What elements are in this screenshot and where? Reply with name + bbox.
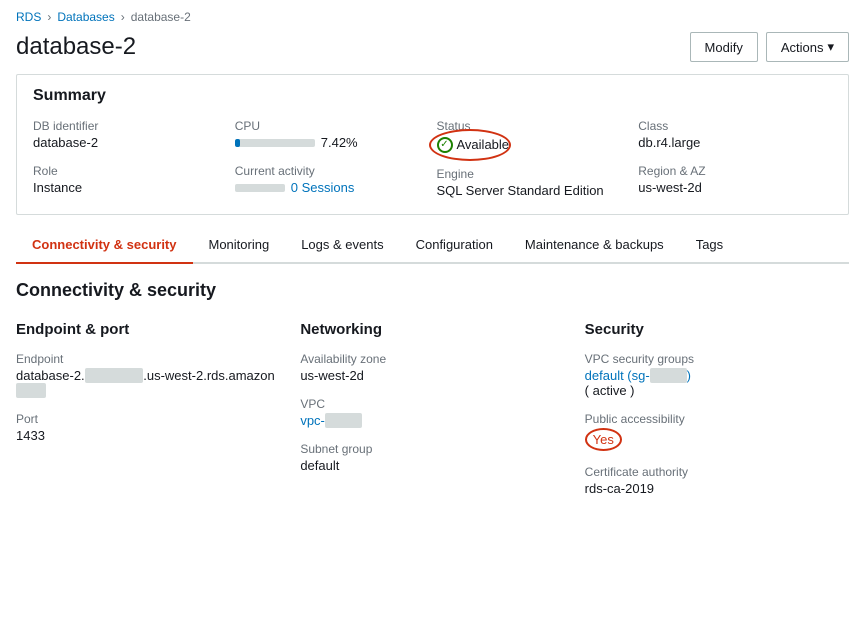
actions-chevron-icon: ▾ <box>827 39 834 55</box>
tab-logs[interactable]: Logs & events <box>285 227 399 264</box>
security-title: Security <box>585 321 849 338</box>
status-badge: ✓ Available <box>437 137 510 153</box>
tab-tags[interactable]: Tags <box>680 227 739 264</box>
tab-maintenance[interactable]: Maintenance & backups <box>509 227 680 264</box>
security-column: Security VPC security groups default (sg… <box>585 321 849 496</box>
engine-label: Engine <box>437 167 631 181</box>
endpoint-port-title: Endpoint & port <box>16 321 280 338</box>
actions-button[interactable]: Actions ▾ <box>766 32 849 62</box>
vpc-value[interactable]: vpc- <box>300 413 564 428</box>
vpc-sg-blurred <box>650 368 687 383</box>
content-columns: Endpoint & port Endpoint database-2. .us… <box>16 321 849 496</box>
vpc-sg-value[interactable]: default (sg- ) <box>585 368 849 383</box>
az-value: us-west-2d <box>300 368 564 383</box>
sessions-value[interactable]: 0 Sessions <box>291 180 355 195</box>
modify-button[interactable]: Modify <box>690 32 758 62</box>
actions-label: Actions <box>781 40 824 55</box>
endpoint-value-2 <box>16 383 280 398</box>
sessions-bar <box>235 184 285 192</box>
content-section: Connectivity & security Endpoint & port … <box>0 264 865 496</box>
header-actions: Modify Actions ▾ <box>690 32 849 62</box>
public-label: Public accessibility <box>585 412 849 426</box>
cpu-bar-container: 7.42% <box>235 135 429 150</box>
subnet-label: Subnet group <box>300 442 564 456</box>
summary-col-4: Class db.r4.large Region & AZ us-west-2d <box>638 119 832 198</box>
endpoint-prefix: database-2. <box>16 368 85 383</box>
breadcrumb-sep-2: › <box>121 10 125 24</box>
status-circle-container: ✓ Available <box>437 135 510 153</box>
region-az-label: Region & AZ <box>638 164 832 178</box>
sessions-bar-container: 0 Sessions <box>235 180 429 195</box>
endpoint-value: database-2. .us-west-2.rds.amazon <box>16 368 280 383</box>
status-label: Status <box>437 119 631 133</box>
port-value: 1433 <box>16 428 280 443</box>
subnet-value: default <box>300 458 564 473</box>
summary-col-1: DB identifier database-2 Role Instance <box>33 119 227 198</box>
endpoint-label: Endpoint <box>16 352 280 366</box>
breadcrumb-current: database-2 <box>131 10 191 24</box>
current-activity-label: Current activity <box>235 164 429 178</box>
az-label: Availability zone <box>300 352 564 366</box>
tab-monitoring[interactable]: Monitoring <box>193 227 286 264</box>
section-title: Connectivity & security <box>16 280 849 301</box>
vpc-sg-suffix: ) <box>687 368 691 383</box>
cpu-bar-fill <box>235 139 241 147</box>
breadcrumb-databases[interactable]: Databases <box>57 10 114 24</box>
breadcrumb-rds[interactable]: RDS <box>16 10 41 24</box>
public-value-container: Yes <box>585 428 849 451</box>
breadcrumb-sep-1: › <box>47 10 51 24</box>
vpc-sg-label: VPC security groups <box>585 352 849 366</box>
endpoint-port-column: Endpoint & port Endpoint database-2. .us… <box>16 321 280 496</box>
vpc-sg-status: ( active ) <box>585 383 849 398</box>
summary-col-3: Status ✓ Available Engine SQL Server Sta… <box>437 119 631 198</box>
breadcrumb: RDS › Databases › database-2 <box>0 0 865 28</box>
cpu-percent: 7.42% <box>321 135 358 150</box>
cpu-label: CPU <box>235 119 429 133</box>
ca-label: Certificate authority <box>585 465 849 479</box>
engine-value: SQL Server Standard Edition <box>437 183 631 198</box>
endpoint-blurred-2 <box>16 383 46 398</box>
summary-grid: DB identifier database-2 Role Instance C… <box>33 119 832 198</box>
networking-column: Networking Availability zone us-west-2d … <box>300 321 564 496</box>
tabs-bar: Connectivity & security Monitoring Logs … <box>16 227 849 264</box>
role-value: Instance <box>33 180 227 195</box>
public-value: Yes <box>585 428 622 451</box>
summary-card: Summary DB identifier database-2 Role In… <box>16 74 849 215</box>
page-title: database-2 <box>16 33 136 61</box>
role-label: Role <box>33 164 227 178</box>
endpoint-blurred <box>85 368 144 383</box>
cpu-bar-bg <box>235 139 315 147</box>
region-az-value: us-west-2d <box>638 180 832 195</box>
summary-title: Summary <box>33 87 832 105</box>
db-identifier-value: database-2 <box>33 135 227 150</box>
endpoint-suffix: .us-west-2.rds.amazon <box>143 368 275 383</box>
vpc-label: VPC <box>300 397 564 411</box>
vpc-blurred <box>325 413 362 428</box>
class-label: Class <box>638 119 832 133</box>
status-icon: ✓ <box>437 137 453 153</box>
tab-configuration[interactable]: Configuration <box>400 227 509 264</box>
port-label: Port <box>16 412 280 426</box>
networking-title: Networking <box>300 321 564 338</box>
page-header: database-2 Modify Actions ▾ <box>0 28 865 74</box>
summary-col-2: CPU 7.42% Current activity 0 Sessions <box>235 119 429 198</box>
ca-value: rds-ca-2019 <box>585 481 849 496</box>
status-value: Available <box>457 137 510 152</box>
class-value: db.r4.large <box>638 135 832 150</box>
vpc-value-prefix: vpc- <box>300 413 325 428</box>
vpc-sg-prefix: default (sg- <box>585 368 650 383</box>
tab-connectivity[interactable]: Connectivity & security <box>16 227 193 264</box>
db-identifier-label: DB identifier <box>33 119 227 133</box>
